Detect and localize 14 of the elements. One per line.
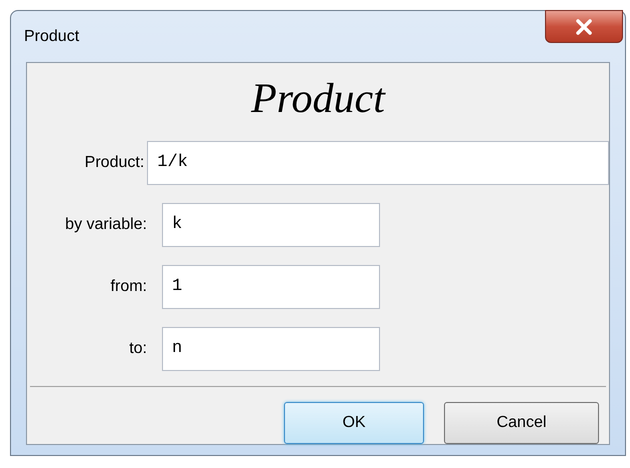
field-label: by variable: (64, 215, 147, 235)
close-icon (575, 18, 593, 34)
input-field[interactable]: k (162, 203, 380, 247)
field-label: Product: (84, 153, 144, 173)
field-label: from: (110, 277, 147, 297)
field-label: to: (128, 339, 147, 359)
input-field[interactable]: 1/k (147, 141, 609, 185)
input-field[interactable]: n (162, 327, 380, 371)
window-title: Product (24, 27, 80, 47)
dialog-heading: Product (251, 75, 385, 124)
dialog-button[interactable]: OK (284, 402, 424, 444)
close-button[interactable] (545, 10, 623, 43)
input-field[interactable]: 1 (162, 265, 380, 309)
dialog-button[interactable]: Cancel (444, 402, 599, 444)
